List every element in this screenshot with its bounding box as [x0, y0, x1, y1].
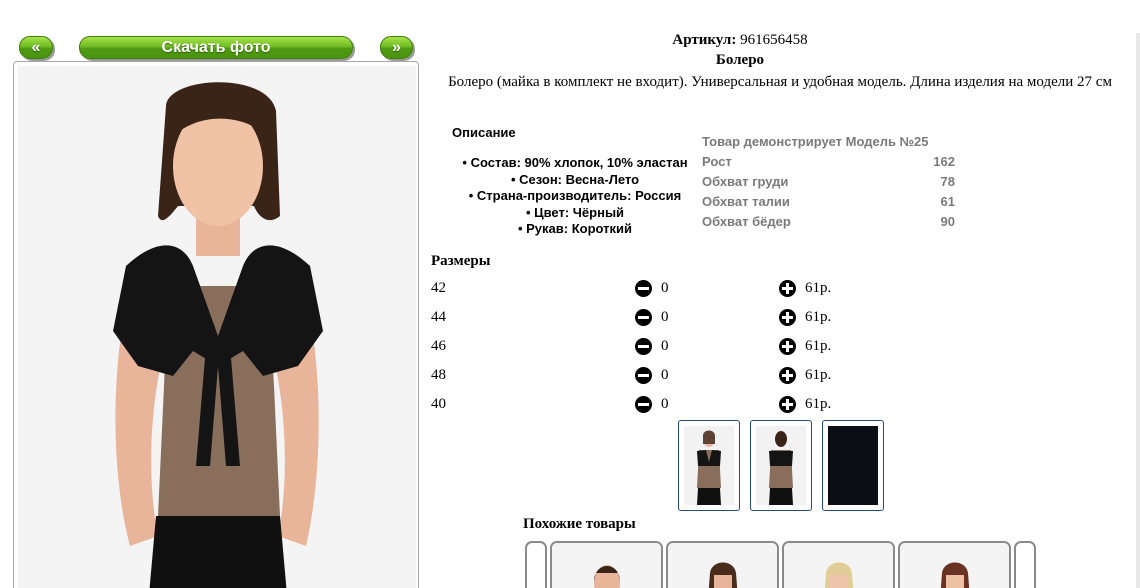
size-label: 40	[431, 396, 446, 412]
next-photo-button[interactable]: »	[380, 36, 413, 59]
thumbnail-image	[756, 426, 806, 505]
attribute-item: Рукав: Короткий	[430, 221, 720, 238]
measurement-value: 90	[940, 213, 955, 229]
minus-circle-icon[interactable]	[635, 367, 652, 384]
attribute-item: Страна-производитель: Россия	[430, 188, 720, 205]
size-label: 42	[431, 280, 446, 296]
minus-circle-icon[interactable]	[635, 280, 652, 297]
quantity-value: 0	[661, 280, 669, 296]
attribute-item: Сезон: Весна-Лето	[430, 172, 720, 189]
similar-next-arrow[interactable]	[1014, 541, 1036, 588]
attribute-item: Цвет: Чёрный	[430, 205, 720, 222]
minus-circle-icon[interactable]	[635, 309, 652, 326]
download-photo-button[interactable]: Скачать фото	[79, 36, 353, 59]
measurement-row: Обхват талии 61	[702, 191, 955, 211]
measurement-row: Обхват груди 78	[702, 171, 955, 191]
size-row: 42 0 61р.	[431, 280, 851, 300]
attribute-list: Состав: 90% хлопок, 10% эластан Сезон: В…	[430, 155, 720, 238]
plus-circle-icon[interactable]	[779, 280, 796, 297]
measurement-label: Обхват груди	[702, 173, 789, 189]
similar-product-card[interactable]	[898, 541, 1011, 588]
measurement-label: Обхват талии	[702, 193, 790, 209]
measurement-value: 162	[933, 153, 955, 169]
similar-prev-arrow[interactable]	[525, 541, 547, 588]
quantity-value: 0	[661, 367, 669, 383]
size-price: 61р.	[805, 338, 832, 354]
attribute-item: Состав: 90% хлопок, 10% эластан	[430, 155, 720, 172]
similar-product-card[interactable]	[782, 541, 895, 588]
thumbnail-photo[interactable]	[822, 420, 884, 511]
size-label: 48	[431, 367, 446, 383]
product-title: Болеро	[715, 52, 765, 68]
model-measurements-table: Товар демонстрирует Модель №25 Рост 162 О…	[702, 131, 955, 231]
thumbnail-photo[interactable]	[750, 420, 812, 511]
model-title: Товар демонстрирует Модель №25	[702, 133, 929, 149]
thumbnail-photo[interactable]	[678, 420, 740, 511]
article-value: 961656458	[740, 32, 808, 48]
plus-circle-icon[interactable]	[779, 309, 796, 326]
size-label: 44	[431, 309, 446, 325]
model-photo-illustration	[18, 66, 416, 588]
size-label: 46	[431, 338, 446, 354]
page-scrollbar[interactable]	[1136, 33, 1140, 588]
minus-circle-icon[interactable]	[635, 396, 652, 413]
main-photo	[18, 66, 416, 588]
size-row: 48 0 61р.	[431, 367, 851, 387]
measurement-value: 61	[940, 193, 955, 209]
quantity-value: 0	[661, 309, 669, 325]
similar-products-heading: Похожие товары	[523, 516, 636, 532]
main-photo-frame[interactable]	[13, 61, 419, 588]
quantity-value: 0	[661, 396, 669, 412]
product-description: Болеро (майка в комплект не входит). Уни…	[448, 74, 1112, 90]
thumbnail-image	[828, 426, 878, 505]
size-price: 61р.	[805, 309, 832, 325]
plus-circle-icon[interactable]	[779, 338, 796, 355]
size-price: 61р.	[805, 367, 832, 383]
size-row: 40 0 61р.	[431, 396, 851, 416]
similar-product-card[interactable]	[666, 541, 779, 588]
thumbnail-image	[684, 426, 734, 505]
description-heading: Описание	[452, 125, 516, 140]
measurement-row: Рост 162	[702, 151, 955, 171]
measurement-row: Обхват бёдер 90	[702, 211, 955, 231]
measurement-label: Рост	[702, 153, 732, 169]
plus-circle-icon[interactable]	[779, 367, 796, 384]
size-row: 44 0 61р.	[431, 309, 851, 329]
measurement-value: 78	[940, 173, 955, 189]
minus-circle-icon[interactable]	[635, 338, 652, 355]
article-label: Артикул:	[672, 32, 737, 48]
quantity-value: 0	[661, 338, 669, 354]
article-line: Артикул: 961656458	[640, 32, 840, 49]
size-price: 61р.	[805, 280, 832, 296]
plus-circle-icon[interactable]	[779, 396, 796, 413]
size-row: 46 0 61р.	[431, 338, 851, 358]
size-price: 61р.	[805, 396, 832, 412]
similar-product-card[interactable]	[550, 541, 663, 588]
measurement-label: Обхват бёдер	[702, 213, 791, 229]
sizes-heading: Размеры	[431, 253, 491, 269]
prev-photo-button[interactable]: «	[19, 36, 53, 59]
